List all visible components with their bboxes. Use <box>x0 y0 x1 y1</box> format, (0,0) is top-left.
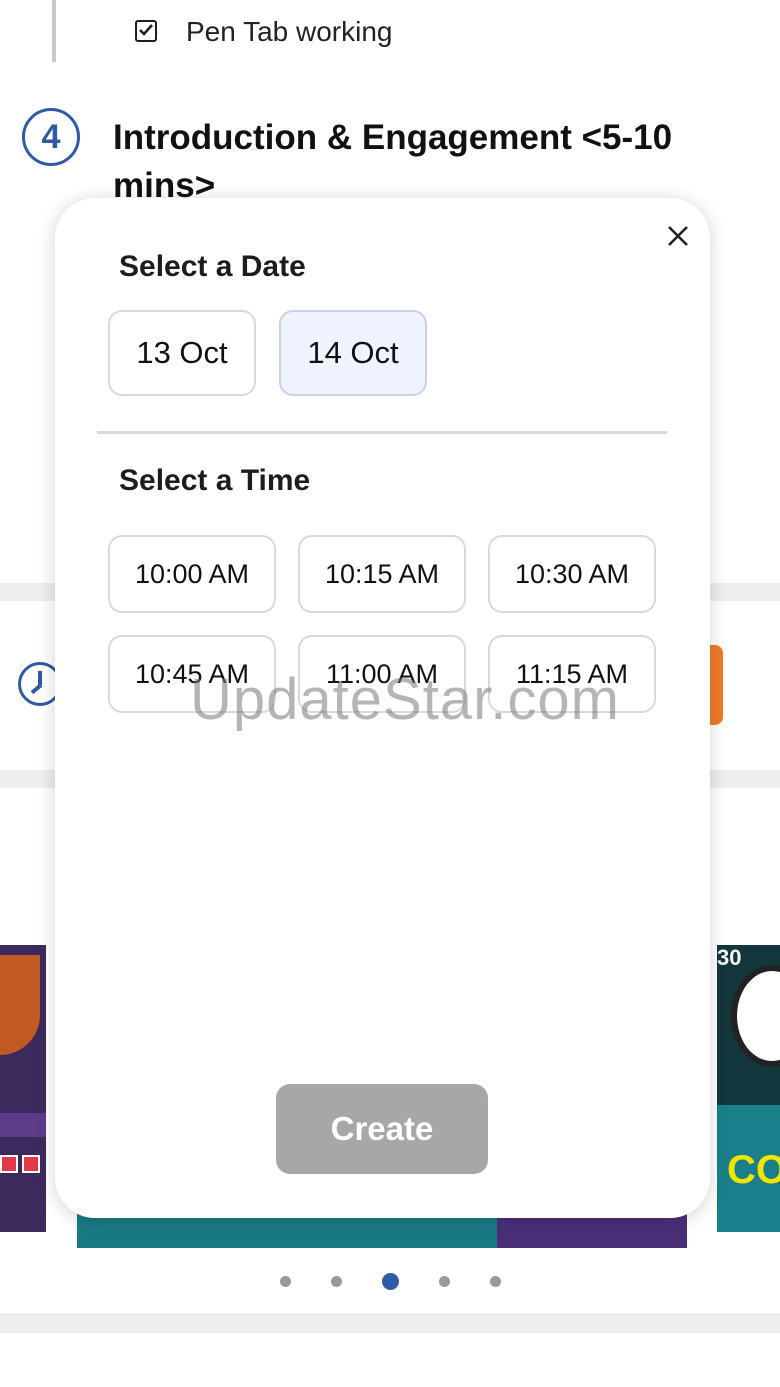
carousel-thumbnail-right[interactable]: 30 CO <box>717 945 780 1232</box>
carousel-thumbnail-left[interactable] <box>0 945 46 1232</box>
divider <box>97 431 667 434</box>
time-chip-1030[interactable]: 10:30 AM <box>488 535 656 613</box>
select-time-title: Select a Time <box>119 464 311 497</box>
timeline-line <box>52 0 56 62</box>
close-button[interactable] <box>660 218 696 254</box>
carousel-dot[interactable] <box>438 1275 450 1287</box>
date-chip-13-oct[interactable]: 13 Oct <box>108 310 256 396</box>
carousel-dot[interactable] <box>330 1275 342 1287</box>
time-chip-1015[interactable]: 10:15 AM <box>298 535 466 613</box>
checkmark-icon <box>139 24 153 36</box>
carousel-dot[interactable] <box>279 1275 291 1287</box>
select-date-title: Select a Date <box>119 250 306 283</box>
thumbnail-detail <box>0 1155 18 1173</box>
thumbnail-detail <box>0 1113 46 1137</box>
thumbnail-number: 30 <box>717 945 742 970</box>
close-icon <box>668 226 688 246</box>
create-button[interactable]: Create <box>276 1084 488 1174</box>
thumbnail-detail <box>22 1155 40 1173</box>
step-title: Introduction & Engagement <5-10 mins> <box>113 118 673 205</box>
carousel-dot[interactable] <box>489 1275 501 1287</box>
thumbnail-title: CO <box>727 1148 780 1192</box>
carousel-dots <box>0 1270 780 1292</box>
task-checkbox[interactable] <box>135 20 157 42</box>
task-label: Pen Tab working <box>186 16 393 47</box>
watermark-text: UpdateStar.com <box>190 667 620 732</box>
date-chip-14-oct[interactable]: 14 Oct <box>279 310 427 396</box>
time-chip-1000[interactable]: 10:00 AM <box>108 535 276 613</box>
section-divider-band <box>0 1313 780 1333</box>
character-hair <box>0 955 40 1055</box>
carousel-dot-active[interactable] <box>381 1272 399 1290</box>
step-number-badge: 4 <box>22 108 80 166</box>
